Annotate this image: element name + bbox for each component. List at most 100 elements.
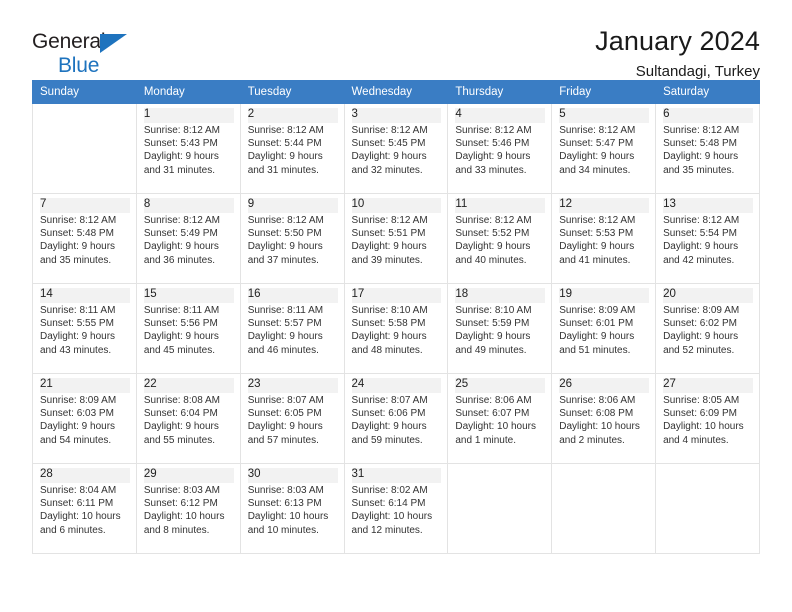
day-sunset-line: Sunset: 5:51 PM	[351, 228, 426, 240]
day-sunset-line: Sunset: 5:48 PM	[40, 228, 114, 240]
calendar-day-cell[interactable]: 4 Sunrise: 8:12 AM Sunset: 5:46 PM Daylight…	[447, 103, 553, 194]
day-cell-inner: 20 Sunrise: 8:09 AM Sunset: 6:02 PM Dayligh…	[656, 284, 759, 373]
day-cell-inner: 24 Sunrise: 8:07 AM Sunset: 6:06 PM Dayligh…	[345, 374, 448, 463]
day-daylight-line: and 52 minutes.	[663, 344, 735, 356]
day-sunset-line: Sunset: 5:46 PM	[455, 138, 530, 150]
day-cell-inner: 29 Sunrise: 8:03 AM Sunset: 6:12 PM Dayligh…	[137, 464, 240, 553]
calendar-day-cell[interactable]: 5 Sunrise: 8:12 AM Sunset: 5:47 PM Daylight…	[551, 103, 657, 194]
day-sunrise-line: Sunrise: 8:12 AM	[559, 125, 636, 136]
day-daylight-line: Daylight: 10 hours	[143, 511, 225, 523]
calendar-cell-empty	[655, 463, 760, 554]
day-daylight-line: and 35 minutes.	[663, 164, 735, 176]
day-sunset-line: Sunset: 6:06 PM	[351, 408, 426, 420]
day-cell-inner: 11 Sunrise: 8:12 AM Sunset: 5:52 PM Dayligh…	[448, 194, 551, 283]
day-sunrise-line: Sunrise: 8:06 AM	[455, 395, 532, 406]
day-daylight-line: and 41 minutes.	[559, 254, 631, 266]
day-sunset-line: Sunset: 6:02 PM	[663, 318, 737, 330]
calendar-day-cell[interactable]: 15 Sunrise: 8:11 AM Sunset: 5:56 PM Dayligh…	[135, 283, 241, 374]
day-sun-info: Sunrise: 8:08 AM Sunset: 6:04 PM Daylight:…	[144, 394, 234, 447]
calendar-day-cell[interactable]: 31 Sunrise: 8:02 AM Sunset: 6:14 PM Dayligh…	[343, 463, 449, 554]
day-sunset-line: Sunset: 5:55 PM	[40, 318, 114, 330]
day-sunset-line: Sunset: 6:12 PM	[143, 498, 218, 510]
day-number: 11	[455, 198, 546, 213]
day-daylight-line: Daylight: 9 hours	[351, 421, 427, 433]
calendar-day-cell[interactable]: 20 Sunrise: 8:09 AM Sunset: 6:02 PM Dayligh…	[655, 283, 760, 374]
day-daylight-line: and 4 minutes.	[663, 434, 729, 446]
day-daylight-line: Daylight: 9 hours	[247, 241, 323, 253]
day-sunrise-line: Sunrise: 8:12 AM	[351, 125, 428, 136]
calendar-day-cell[interactable]: 8 Sunrise: 8:12 AM Sunset: 5:49 PM Daylight…	[135, 193, 241, 284]
calendar-day-cell[interactable]: 26 Sunrise: 8:06 AM Sunset: 6:08 PM Dayligh…	[551, 373, 657, 464]
calendar-day-cell[interactable]: 23 Sunrise: 8:07 AM Sunset: 6:05 PM Dayligh…	[239, 373, 345, 464]
day-daylight-line: Daylight: 9 hours	[351, 331, 427, 343]
day-daylight-line: Daylight: 9 hours	[559, 241, 635, 253]
calendar-day-cell[interactable]: 13 Sunrise: 8:12 AM Sunset: 5:54 PM Dayligh…	[655, 193, 760, 284]
day-number: 23	[247, 378, 338, 393]
calendar-day-cell[interactable]: 18 Sunrise: 8:10 AM Sunset: 5:59 PM Dayligh…	[447, 283, 553, 374]
day-sunrise-line: Sunrise: 8:09 AM	[40, 395, 117, 406]
day-sun-info: Sunrise: 8:09 AM Sunset: 6:01 PM Daylight:…	[559, 304, 649, 357]
day-sun-info: Sunrise: 8:12 AM Sunset: 5:48 PM Daylight:…	[663, 124, 753, 177]
day-daylight-line: Daylight: 9 hours	[663, 151, 739, 163]
calendar-day-cell[interactable]: 27 Sunrise: 8:05 AM Sunset: 6:09 PM Dayligh…	[655, 373, 760, 464]
day-sunrise-line: Sunrise: 8:08 AM	[143, 395, 220, 406]
day-number: 21	[40, 378, 130, 393]
day-daylight-line: and 8 minutes.	[143, 524, 210, 536]
day-cell-inner: 31 Sunrise: 8:02 AM Sunset: 6:14 PM Dayligh…	[345, 464, 448, 553]
day-sunrise-line: Sunrise: 8:11 AM	[143, 305, 220, 316]
calendar-day-cell[interactable]: 2 Sunrise: 8:12 AM Sunset: 5:44 PM Daylight…	[239, 103, 345, 194]
day-sunset-line: Sunset: 6:04 PM	[143, 408, 218, 420]
calendar-day-cell[interactable]: 3 Sunrise: 8:12 AM Sunset: 5:45 PM Daylight…	[343, 103, 449, 194]
calendar-day-cell[interactable]: 16 Sunrise: 8:11 AM Sunset: 5:57 PM Dayligh…	[239, 283, 345, 374]
day-sun-info: Sunrise: 8:07 AM Sunset: 6:06 PM Daylight:…	[352, 394, 442, 447]
day-sunrise-line: Sunrise: 8:02 AM	[351, 485, 428, 496]
calendar-day-cell[interactable]: 14 Sunrise: 8:11 AM Sunset: 5:55 PM Dayligh…	[32, 283, 137, 374]
day-cell-inner: 7 Sunrise: 8:12 AM Sunset: 5:48 PM Daylight…	[33, 194, 136, 283]
day-number: 8	[143, 198, 234, 213]
day-sunset-line: Sunset: 6:01 PM	[559, 318, 634, 330]
page-title: January 2024	[595, 26, 760, 56]
calendar-day-cell[interactable]: 25 Sunrise: 8:06 AM Sunset: 6:07 PM Dayligh…	[447, 373, 553, 464]
day-daylight-line: and 33 minutes.	[455, 164, 527, 176]
calendar-day-cell[interactable]: 6 Sunrise: 8:12 AM Sunset: 5:48 PM Daylight…	[655, 103, 760, 194]
calendar-day-cell[interactable]: 11 Sunrise: 8:12 AM Sunset: 5:52 PM Dayligh…	[447, 193, 553, 284]
day-number: 18	[455, 288, 546, 303]
calendar-day-cell[interactable]: 12 Sunrise: 8:12 AM Sunset: 5:53 PM Dayligh…	[551, 193, 657, 284]
calendar-day-cell[interactable]: 24 Sunrise: 8:07 AM Sunset: 6:06 PM Dayligh…	[343, 373, 449, 464]
day-sunrise-line: Sunrise: 8:10 AM	[351, 305, 428, 316]
day-daylight-line: and 46 minutes.	[247, 344, 319, 356]
day-sunset-line: Sunset: 5:48 PM	[663, 138, 737, 150]
day-sunset-line: Sunset: 5:45 PM	[351, 138, 426, 150]
calendar-day-cell[interactable]: 10 Sunrise: 8:12 AM Sunset: 5:51 PM Dayligh…	[343, 193, 449, 284]
calendar-day-cell[interactable]: 21 Sunrise: 8:09 AM Sunset: 6:03 PM Dayligh…	[32, 373, 137, 464]
day-cell-inner: 9 Sunrise: 8:12 AM Sunset: 5:50 PM Daylight…	[241, 194, 344, 283]
calendar-day-cell[interactable]: 1 Sunrise: 8:12 AM Sunset: 5:43 PM Daylight…	[135, 103, 241, 194]
calendar-day-cell[interactable]: 9 Sunrise: 8:12 AM Sunset: 5:50 PM Daylight…	[239, 193, 345, 284]
day-sunset-line: Sunset: 5:59 PM	[455, 318, 530, 330]
day-sunset-line: Sunset: 6:05 PM	[247, 408, 322, 420]
day-daylight-line: Daylight: 9 hours	[351, 151, 427, 163]
day-daylight-line: and 48 minutes.	[351, 344, 423, 356]
calendar-day-cell[interactable]: 19 Sunrise: 8:09 AM Sunset: 6:01 PM Dayligh…	[551, 283, 657, 374]
weekday-header-saturday: Saturday	[655, 80, 760, 104]
calendar-cell-empty	[447, 463, 553, 554]
day-daylight-line: and 32 minutes.	[351, 164, 423, 176]
day-sun-info: Sunrise: 8:03 AM Sunset: 6:12 PM Daylight:…	[144, 484, 234, 537]
page-header: General Blue January 2024 Sultandagi, Tu…	[32, 0, 760, 79]
calendar-day-cell[interactable]: 7 Sunrise: 8:12 AM Sunset: 5:48 PM Daylight…	[32, 193, 137, 284]
day-sunrise-line: Sunrise: 8:12 AM	[143, 125, 220, 136]
day-number: 19	[559, 288, 650, 303]
day-sunrise-line: Sunrise: 8:05 AM	[663, 395, 740, 406]
day-sunset-line: Sunset: 5:44 PM	[247, 138, 322, 150]
calendar-day-cell[interactable]: 30 Sunrise: 8:03 AM Sunset: 6:13 PM Dayligh…	[239, 463, 345, 554]
day-number: 24	[351, 378, 442, 393]
day-sunset-line: Sunset: 5:57 PM	[247, 318, 322, 330]
day-daylight-line: Daylight: 9 hours	[663, 241, 739, 253]
day-sunrise-line: Sunrise: 8:12 AM	[455, 125, 532, 136]
calendar-day-cell[interactable]: 28 Sunrise: 8:04 AM Sunset: 6:11 PM Dayligh…	[32, 463, 137, 554]
calendar-day-cell[interactable]: 22 Sunrise: 8:08 AM Sunset: 6:04 PM Dayligh…	[135, 373, 241, 464]
day-daylight-line: Daylight: 9 hours	[143, 421, 219, 433]
day-sunrise-line: Sunrise: 8:07 AM	[351, 395, 428, 406]
calendar-day-cell[interactable]: 17 Sunrise: 8:10 AM Sunset: 5:58 PM Dayligh…	[343, 283, 449, 374]
calendar-day-cell[interactable]: 29 Sunrise: 8:03 AM Sunset: 6:12 PM Dayligh…	[135, 463, 241, 554]
